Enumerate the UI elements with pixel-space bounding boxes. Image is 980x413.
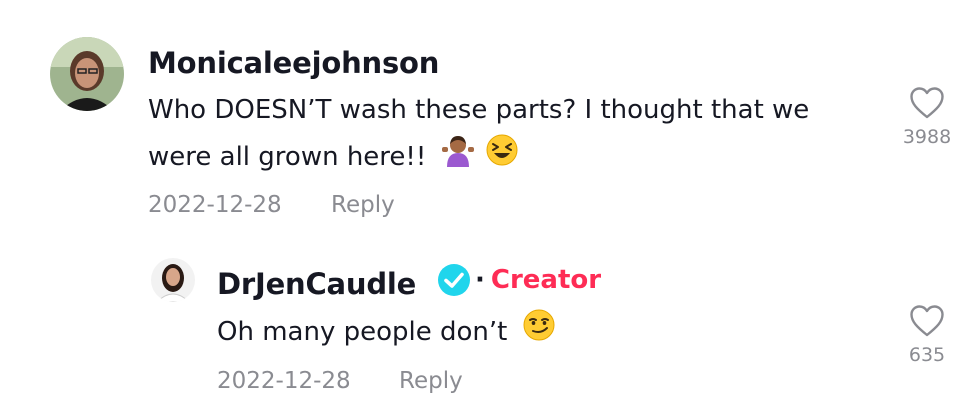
comment-text-continued: were all grown here!!: [148, 133, 519, 182]
reply-date: 2022-12-28: [217, 368, 351, 394]
comment-text-line-1: Who DOESN’T wash these parts? I thought …: [148, 95, 810, 125]
reply-button[interactable]: Reply: [399, 368, 463, 394]
like-count: 3988: [902, 126, 952, 148]
creator-badge-row: · Creator: [437, 262, 601, 298]
reply-text-content: Oh many people don’t: [217, 317, 508, 347]
like-control: 635: [892, 304, 962, 366]
creator-label: Creator: [490, 265, 602, 295]
comment-username[interactable]: Monicaleejohnson: [148, 46, 439, 80]
like-control: 3988: [892, 86, 962, 148]
comment-item: Monicaleejohnson Who DOESN’T wash these …: [0, 0, 980, 240]
comment-date: 2022-12-28: [148, 192, 282, 218]
squinting-laughing-face-emoji: [485, 133, 519, 182]
smirking-face-emoji: [522, 308, 556, 357]
heart-icon[interactable]: [909, 86, 945, 120]
verified-badge-icon: [438, 264, 470, 296]
person-shrugging-emoji: [441, 133, 475, 182]
reply-item: DrJenCaudle · Creator Oh many people don…: [0, 240, 980, 413]
reply-text: Oh many people don’t: [217, 308, 556, 357]
reply-username[interactable]: DrJenCaudle: [217, 267, 416, 301]
comment-text-line-2: were all grown here!!: [148, 142, 427, 172]
avatar[interactable]: [50, 37, 124, 111]
avatar[interactable]: [151, 258, 195, 302]
like-count: 635: [908, 344, 946, 366]
heart-icon[interactable]: [909, 304, 945, 338]
comment-text: Who DOESN’T wash these parts? I thought …: [148, 88, 809, 133]
separator-dot: ·: [475, 265, 485, 295]
reply-button[interactable]: Reply: [331, 192, 395, 218]
